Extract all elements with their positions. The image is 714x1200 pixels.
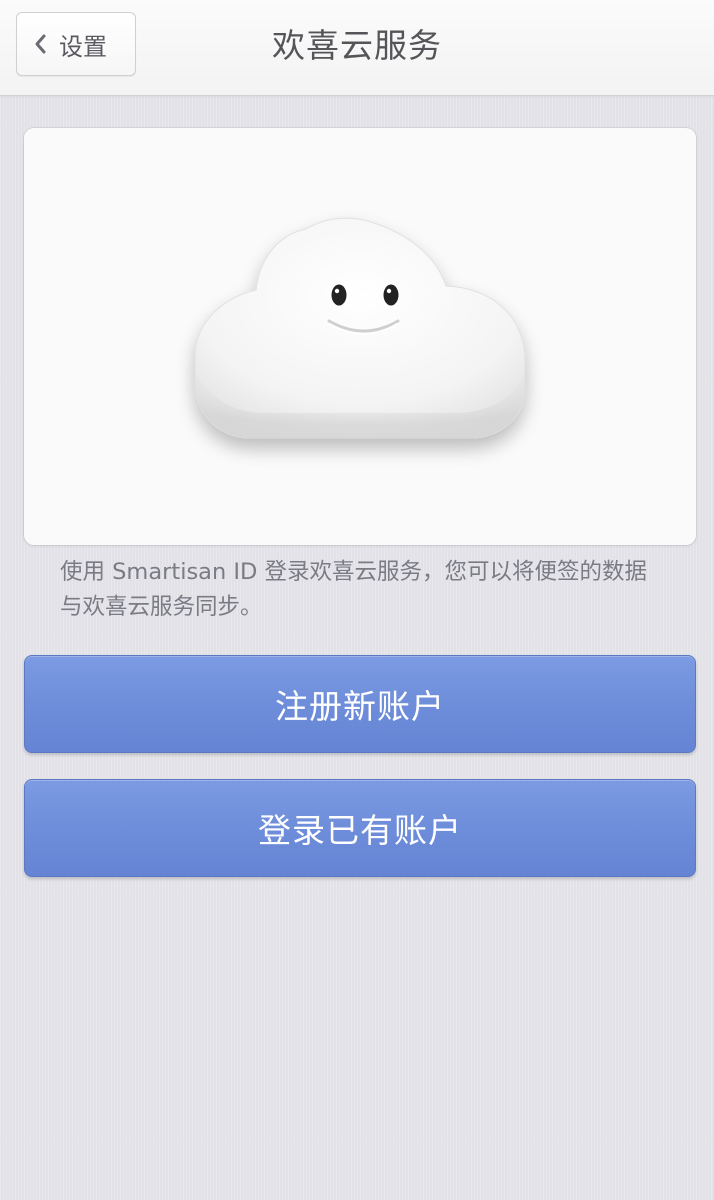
login-button[interactable]: 登录已有账户 bbox=[24, 779, 696, 877]
description-text: 使用 Smartisan ID 登录欢喜云服务，您可以将便签的数据与欢喜云服务同… bbox=[60, 559, 648, 620]
hero-card bbox=[24, 128, 696, 545]
page-title: 欢喜云服务 bbox=[272, 26, 442, 65]
register-button[interactable]: 注册新账户 bbox=[24, 655, 696, 753]
nav-bar: 设置 欢喜云服务 bbox=[0, 0, 714, 96]
smiling-cloud-icon bbox=[194, 217, 526, 439]
